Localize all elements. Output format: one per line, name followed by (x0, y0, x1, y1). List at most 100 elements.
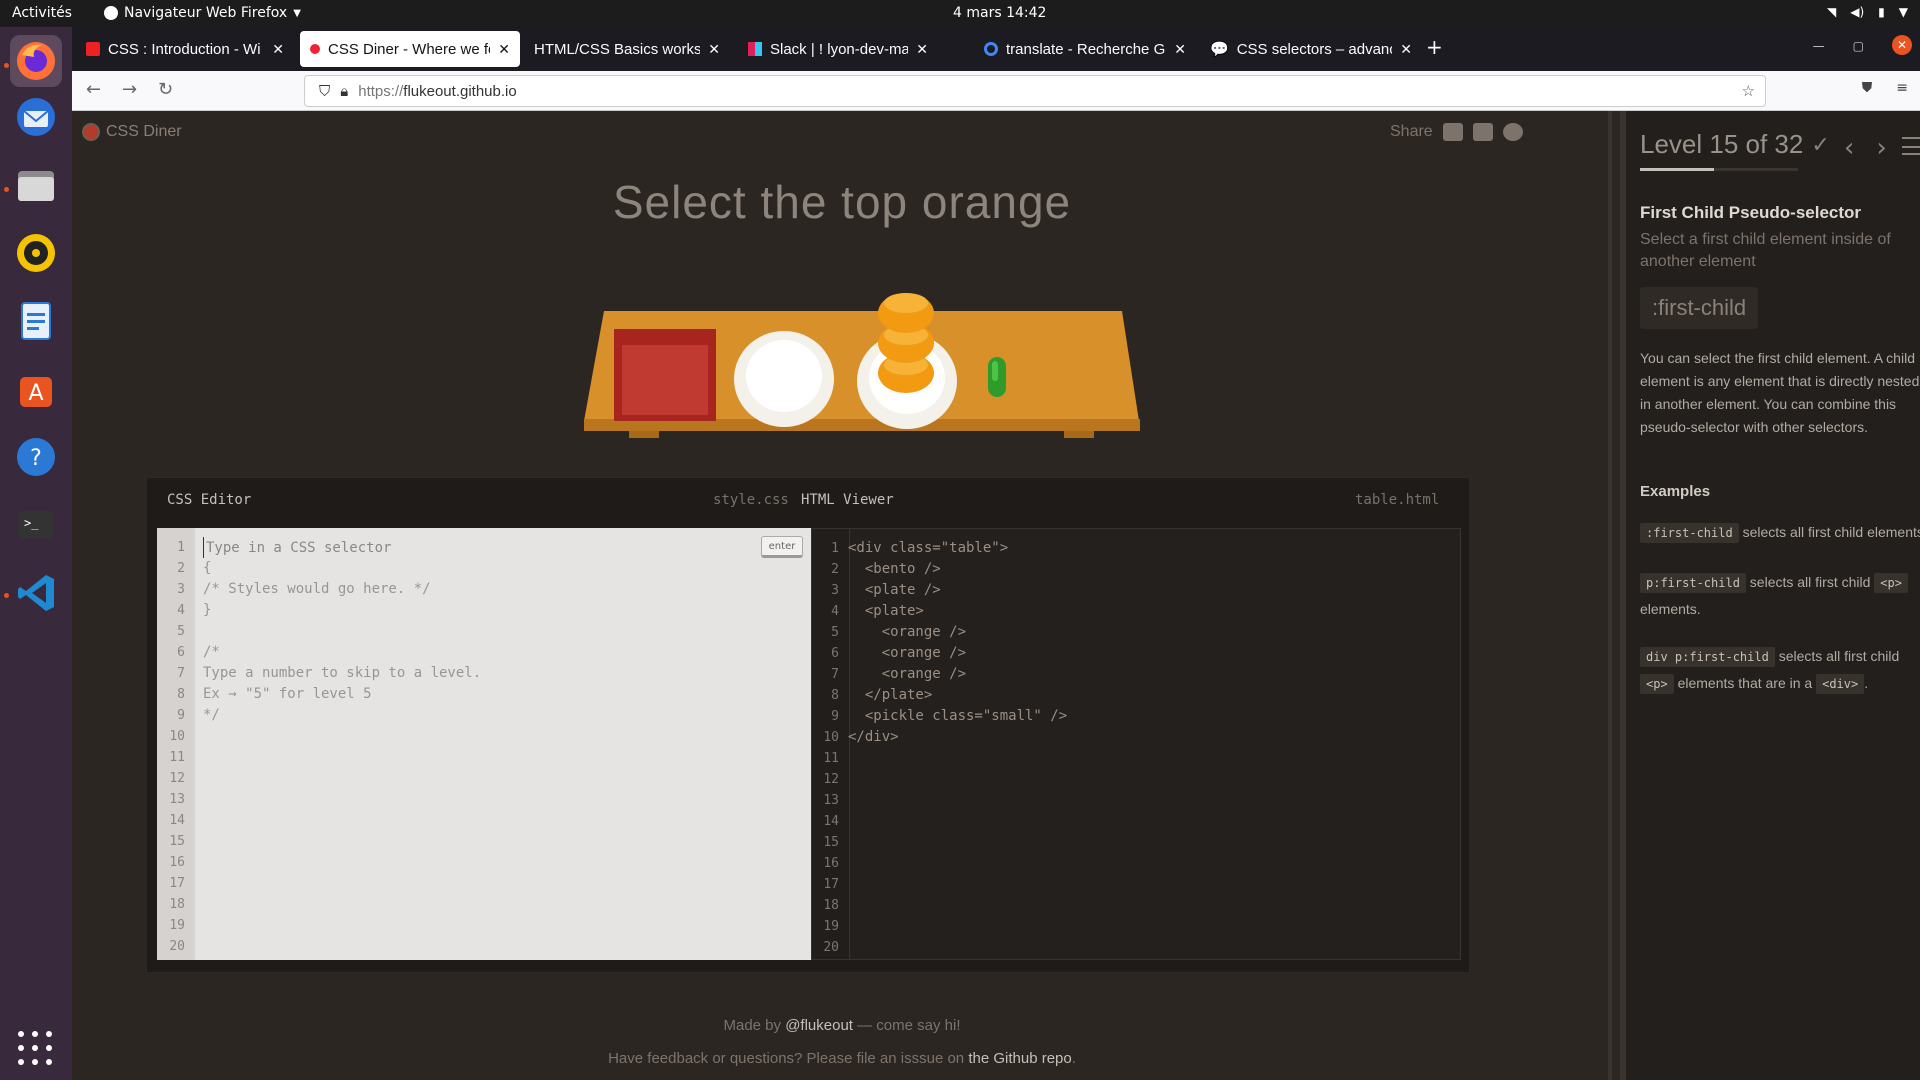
level-header[interactable]: Level 15 of 32 ✓ (1640, 129, 1830, 160)
close-icon[interactable]: ✕ (1400, 41, 1412, 58)
brand[interactable]: CSS Diner (82, 123, 182, 141)
url-bar[interactable]: ⛉ 🔒︎ https://flukeout.github.io ☆ (304, 75, 1766, 107)
forward-button[interactable]: → (122, 79, 137, 100)
html-viewer-title: HTML Viewer (801, 492, 894, 508)
volume-icon: ◀) (1850, 5, 1865, 19)
pocket-icon[interactable]: ⛊ (1862, 80, 1873, 96)
mdn-icon (86, 42, 100, 56)
rhythmbox-icon (17, 234, 55, 272)
example-text: selects all first child (1745, 574, 1875, 590)
new-tab-button[interactable]: + (1426, 35, 1443, 59)
lock-icon[interactable]: 🔒︎ (340, 83, 348, 100)
html-code[interactable]: <div class="table"> <bento /> <plate /> … (848, 538, 1067, 748)
previous-level-icon[interactable]: ‹ (1844, 133, 1854, 163)
minimize-button[interactable]: — (1813, 39, 1825, 55)
plate-empty[interactable] (734, 331, 834, 427)
tab-label: HTML/CSS Basics workshop | (534, 40, 701, 58)
app-name: Navigateur Web Firefox (124, 5, 288, 21)
show-apps-button[interactable] (18, 1031, 54, 1067)
bookmark-star-icon[interactable]: ☆ (1742, 82, 1755, 100)
close-icon[interactable]: ✕ (1174, 41, 1186, 58)
app-menu[interactable]: Navigateur Web Firefox ▼ (104, 5, 301, 21)
level-instruction: Select the top orange (612, 176, 1072, 228)
maximize-button[interactable]: ▢ (1853, 39, 1864, 55)
terminal-icon: >_ (18, 511, 54, 539)
css-editor[interactable]: 1 2 3 4 5 6 7 8 9 10 11 12 13 14 15 16 1… (157, 528, 811, 960)
share-bar: Share (1390, 123, 1523, 141)
made-by-prefix: Made by (723, 1017, 786, 1034)
next-level-icon[interactable]: › (1876, 133, 1886, 163)
close-icon[interactable]: ✕ (708, 41, 720, 58)
dock-rhythmbox[interactable] (10, 227, 62, 279)
close-icon[interactable]: ✕ (272, 41, 284, 58)
page-scrollbar[interactable] (1608, 111, 1612, 1080)
dock-thunderbird[interactable] (10, 91, 62, 143)
brand-name: CSS Diner (106, 123, 182, 140)
twitter-icon[interactable] (1502, 123, 1523, 141)
orange-top[interactable] (878, 293, 934, 333)
selector-name: First Child Pseudo-selector (1640, 203, 1862, 222)
made-by-suffix: — come say hi! (852, 1017, 961, 1034)
html-viewer[interactable]: 1 2 3 4 5 6 7 8 9 10 11 12 13 14 15 16 1… (811, 528, 1461, 960)
css-editor-title: CSS Editor (167, 492, 252, 508)
feedback-suffix: . (1071, 1050, 1076, 1067)
tab-html-css-basics[interactable]: HTML/CSS Basics workshop | ✕ (524, 31, 730, 67)
close-icon[interactable]: ✕ (916, 41, 928, 58)
bento[interactable] (614, 329, 716, 421)
pickle-small[interactable] (988, 357, 1006, 397)
wifi-icon: ◥ (1827, 5, 1837, 19)
level-menu-icon[interactable] (1902, 137, 1920, 155)
css-line-numbers: 1 2 3 4 5 6 7 8 9 10 11 12 13 14 15 16 1… (157, 528, 195, 960)
tab-css-diner[interactable]: CSS Diner - Where we fe ✕ (300, 31, 520, 67)
activities-button[interactable]: Activités (12, 5, 72, 21)
example-item: :first-child selects all first child ele… (1640, 519, 1920, 546)
enter-button[interactable]: enter (761, 536, 803, 558)
tab-css-introduction[interactable]: CSS : Introduction - Wi ✕ (76, 31, 294, 67)
dock-files[interactable] (10, 159, 62, 211)
footer-feedback: Have feedback or questions? Please file … (72, 1050, 1612, 1067)
example-text: selects all first child (1774, 648, 1900, 664)
css-selector-input[interactable] (203, 537, 603, 558)
share-label: Share (1390, 123, 1433, 140)
dock-help[interactable]: ? (10, 431, 62, 483)
slack-icon (748, 42, 762, 56)
back-button[interactable]: ← (86, 79, 101, 100)
dock-vscode[interactable] (10, 567, 62, 619)
selector-description: You can select the first child element. … (1640, 350, 1920, 435)
reload-button[interactable]: ↻ (158, 79, 173, 100)
css-editor-hint: { /* Styles would go here. */ } /* Type … (203, 560, 482, 723)
footer-made-by: Made by @flukeout — come say hi! (72, 1017, 1612, 1034)
facebook-icon[interactable] (1472, 123, 1493, 141)
example-code: p:first-child (1640, 573, 1746, 593)
dock-software[interactable]: A (10, 363, 62, 415)
example-text: selects all first child elements. (1738, 524, 1920, 540)
dock-writer[interactable] (10, 295, 62, 347)
cssdiner-icon (310, 44, 320, 54)
level-title: Level 15 of 32 (1640, 129, 1804, 159)
github-repo-link[interactable]: the Github repo (968, 1050, 1071, 1067)
email-icon[interactable] (1442, 123, 1463, 141)
system-tray[interactable]: ◥ ◀) ▮ ▼ (1827, 5, 1908, 19)
hamburger-menu-icon[interactable]: ≡ (1896, 80, 1908, 96)
example-code: <div> (1816, 674, 1865, 694)
close-icon[interactable]: ✕ (498, 41, 510, 58)
tab-slack[interactable]: Slack | ! lyon-dev-mars22 ✕ (738, 31, 938, 67)
feedback-prefix: Have feedback or questions? Please file … (608, 1050, 969, 1067)
table-scene (584, 293, 1140, 438)
clock[interactable]: 4 mars 14:42 (953, 5, 1046, 21)
example-text: elements. (1640, 601, 1701, 617)
close-window-button[interactable]: ✕ (1892, 35, 1912, 55)
example-code: <p> (1874, 573, 1908, 593)
tab-translate[interactable]: translate - Recherche Go ✕ (974, 31, 1196, 67)
shield-icon[interactable]: ⛉ (319, 83, 330, 100)
example-text: elements that are in a (1673, 675, 1817, 691)
example-item: p:first-child selects all first child <p… (1640, 569, 1920, 622)
thunderbird-icon (17, 98, 55, 136)
css-diner-page: CSS Diner Share Select the top orange CS… (72, 111, 1920, 1080)
chevron-down-icon: ▼ (293, 7, 301, 19)
dock-firefox[interactable] (10, 35, 62, 87)
flukeout-link[interactable]: @flukeout (785, 1017, 853, 1034)
tab-css-selectors-advanced[interactable]: 💬 CSS selectors – advanced ✕ (1200, 31, 1422, 67)
dock-terminal[interactable]: >_ (10, 499, 62, 551)
example-text: . (1864, 675, 1869, 691)
